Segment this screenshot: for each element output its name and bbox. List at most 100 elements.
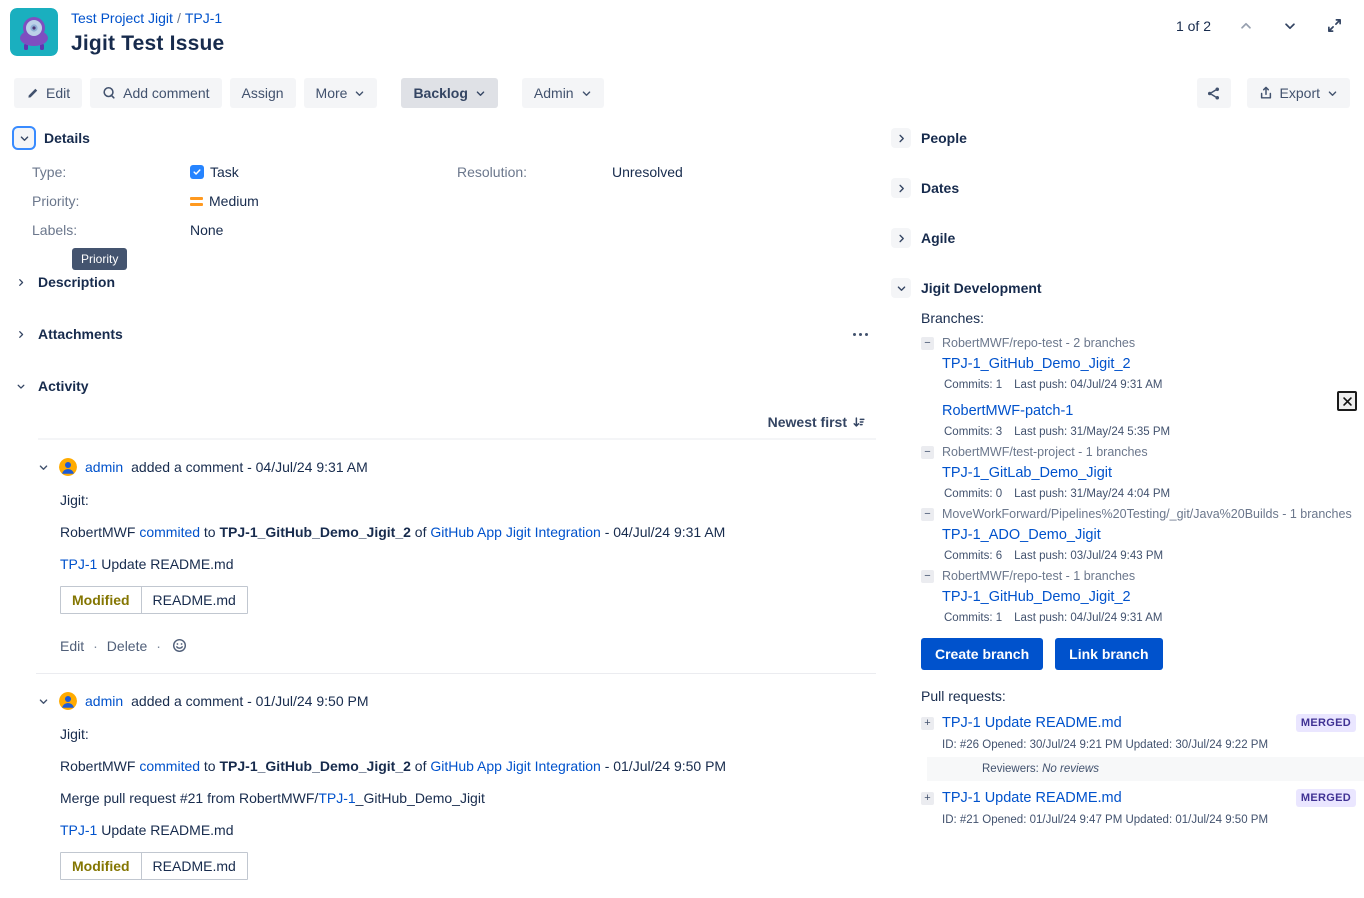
branch-last-push: Last push: 03/Jul/24 9:43 PM bbox=[1014, 550, 1163, 562]
comment-author-link[interactable]: admin bbox=[85, 459, 123, 475]
collapse-comment-button[interactable] bbox=[36, 694, 51, 709]
collapse-comment-button[interactable] bbox=[36, 460, 51, 475]
commit-repo-link[interactable]: GitHub App Jigit Integration bbox=[430, 758, 600, 774]
branch-link[interactable]: TPJ-1_ADO_Demo_Jigit bbox=[942, 527, 1101, 543]
sidebar-section-heading: Dates bbox=[921, 180, 959, 196]
sidebar-section-heading: People bbox=[921, 130, 967, 146]
add-reaction-icon[interactable] bbox=[170, 636, 189, 655]
comment-author-link[interactable]: admin bbox=[85, 693, 123, 709]
commit-link[interactable]: commited bbox=[139, 758, 200, 774]
collapse-repo-icon[interactable]: − bbox=[921, 337, 934, 350]
collapse-repo-icon[interactable]: − bbox=[921, 446, 934, 459]
expand-section-button[interactable] bbox=[891, 128, 911, 148]
details-section-header: Details bbox=[14, 128, 876, 148]
pr-meta: ID: #21 Opened: 01/Jul/24 9:47 PM Update… bbox=[942, 814, 1364, 826]
issue-key-link[interactable]: TPJ-1 bbox=[60, 822, 97, 838]
edit-button[interactable]: Edit bbox=[14, 78, 82, 108]
pull-request-link[interactable]: TPJ-1 Update README.md bbox=[942, 790, 1122, 806]
priority-tooltip: Priority bbox=[72, 248, 127, 270]
expand-fullscreen-button[interactable] bbox=[1325, 16, 1344, 35]
collapse-repo-icon[interactable]: − bbox=[921, 570, 934, 583]
repository-group: − MoveWorkForward/Pipelines%20Testing/_g… bbox=[921, 507, 1364, 562]
issue-header: Test Project Jigit/TPJ-1 Jigit Test Issu… bbox=[0, 0, 1364, 56]
branch-commits: Commits: 3 bbox=[944, 426, 1002, 438]
labels-value: None bbox=[190, 222, 457, 238]
more-button[interactable]: More bbox=[304, 78, 378, 108]
breadcrumb-issue-link[interactable]: TPJ-1 bbox=[185, 10, 222, 26]
pr-meta: ID: #26 Opened: 30/Jul/24 9:21 PM Update… bbox=[942, 739, 1364, 751]
comment: admin added a comment - 01/Jul/24 9:50 P… bbox=[36, 673, 876, 898]
branch-item: TPJ-1_GitHub_Demo_Jigit_2 Commits: 1 Las… bbox=[942, 583, 1364, 624]
branch-link[interactable]: TPJ-1_GitHub_Demo_Jigit_2 bbox=[942, 356, 1131, 372]
commit-branch-name: TPJ-1_GitHub_Demo_Jigit_2 bbox=[220, 758, 411, 774]
comment-edit-link[interactable]: Edit bbox=[60, 638, 84, 654]
chevron-down-icon bbox=[16, 381, 26, 392]
expand-section-button[interactable] bbox=[891, 228, 911, 248]
branch-commits: Commits: 0 bbox=[944, 488, 1002, 500]
comment-intro: Jigit: bbox=[60, 492, 876, 508]
activity-section-header: Activity bbox=[14, 378, 876, 394]
admin-button[interactable]: Admin bbox=[522, 78, 604, 108]
branch-link[interactable]: TPJ-1_GitLab_Demo_Jigit bbox=[942, 465, 1112, 481]
expand-section-button[interactable] bbox=[891, 178, 911, 198]
user-avatar bbox=[59, 692, 77, 710]
export-button[interactable]: Export bbox=[1247, 78, 1350, 108]
backlog-status-button[interactable]: Backlog bbox=[401, 78, 497, 108]
commit-user: RobertMWF bbox=[60, 758, 135, 774]
pull-request-link[interactable]: TPJ-1 Update README.md bbox=[942, 715, 1122, 731]
expand-attachments-button[interactable] bbox=[14, 327, 28, 342]
comment-intro: Jigit: bbox=[60, 726, 876, 742]
commit-link[interactable]: commited bbox=[139, 524, 200, 540]
comment-delete-link[interactable]: Delete bbox=[107, 638, 147, 654]
add-comment-button[interactable]: Add comment bbox=[90, 78, 221, 108]
branch-link[interactable]: TPJ-1_GitHub_Demo_Jigit_2 bbox=[942, 589, 1131, 605]
close-icon bbox=[1342, 396, 1353, 407]
commit-time: - 01/Jul/24 9:50 PM bbox=[605, 758, 726, 774]
branch-link[interactable]: RobertMWF-patch-1 bbox=[942, 403, 1073, 419]
collapse-details-button[interactable] bbox=[14, 128, 34, 148]
pull-requests-list: + TPJ-1 Update README.md MERGED ID: #26 … bbox=[921, 714, 1364, 826]
attachments-more-options-icon[interactable] bbox=[849, 329, 872, 340]
commit-repo-link[interactable]: GitHub App Jigit Integration bbox=[430, 524, 600, 540]
attachments-section-header: Attachments bbox=[14, 326, 876, 342]
activity-heading: Activity bbox=[38, 378, 89, 394]
branch-item: TPJ-1_ADO_Demo_Jigit Commits: 6 Last pus… bbox=[942, 521, 1364, 562]
sidebar-sections: People Dates Agile bbox=[891, 128, 1364, 248]
expand-pr-icon[interactable]: + bbox=[921, 717, 934, 730]
labels-label: Labels: bbox=[32, 222, 190, 238]
link-branch-button[interactable]: Link branch bbox=[1055, 638, 1162, 670]
file-status: Modified bbox=[61, 587, 141, 613]
collapse-repo-icon[interactable]: − bbox=[921, 508, 934, 521]
sidebar-section-header: Dates bbox=[891, 178, 1364, 198]
breadcrumb-project-link[interactable]: Test Project Jigit bbox=[71, 10, 173, 26]
collapse-development-button[interactable] bbox=[891, 278, 911, 298]
comment-bubble-icon bbox=[102, 86, 116, 100]
repository-name: RobertMWF/repo-test - 2 branches bbox=[942, 336, 1135, 350]
task-type-icon bbox=[190, 165, 204, 179]
create-branch-button[interactable]: Create branch bbox=[921, 638, 1043, 670]
jira-issue-page: { "header": { "breadcrumb": { "project":… bbox=[0, 0, 1364, 827]
share-button[interactable] bbox=[1197, 78, 1231, 108]
collapse-activity-button[interactable] bbox=[14, 379, 28, 394]
comment-actions: Edit · Delete · bbox=[60, 636, 876, 655]
type-value: Task bbox=[190, 164, 457, 180]
expand-description-button[interactable] bbox=[14, 275, 28, 290]
chevron-right-icon bbox=[896, 183, 907, 194]
sort-order-control[interactable]: Newest first bbox=[768, 414, 866, 438]
pr-reviewers-row: Reviewers: No reviews bbox=[927, 757, 1364, 781]
issue-sidebar: People Dates Agile Jigit Development Bra… bbox=[876, 128, 1364, 898]
branches-list: − RobertMWF/repo-test - 2 branches TPJ-1… bbox=[921, 336, 1364, 624]
assign-button[interactable]: Assign bbox=[230, 78, 296, 108]
expand-icon bbox=[1327, 18, 1342, 33]
chevron-down-icon bbox=[354, 88, 365, 99]
expand-pr-icon[interactable]: + bbox=[921, 792, 934, 805]
development-content: Branches: − RobertMWF/repo-test - 2 bran… bbox=[921, 310, 1364, 826]
next-issue-button[interactable] bbox=[1281, 17, 1299, 35]
merge-branch-link[interactable]: TPJ-1 bbox=[318, 790, 355, 806]
branch-item: TPJ-1_GitHub_Demo_Jigit_2 Commits: 1 Las… bbox=[942, 350, 1364, 391]
close-button[interactable] bbox=[1337, 391, 1357, 411]
previous-issue-button[interactable] bbox=[1237, 17, 1255, 35]
comment-header-text: added a comment - 04/Jul/24 9:31 AM bbox=[131, 459, 368, 475]
issue-key-link[interactable]: TPJ-1 bbox=[60, 556, 97, 572]
description-heading: Description bbox=[38, 274, 115, 290]
